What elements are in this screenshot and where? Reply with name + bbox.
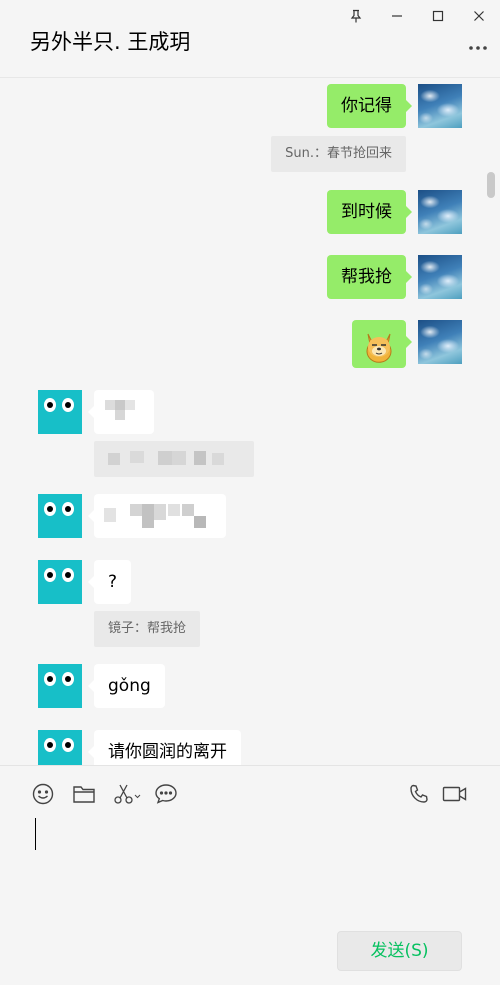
contact-avatar[interactable] — [38, 390, 82, 434]
chat-bubble-icon[interactable] — [153, 781, 179, 807]
doge-emoji-icon — [366, 333, 392, 363]
my-message-bubble[interactable]: 到时候 — [327, 190, 412, 234]
my-message-bubble[interactable]: 你记得 — [327, 84, 412, 128]
minimize-icon[interactable] — [384, 4, 410, 28]
scissors-icon[interactable] — [112, 781, 142, 807]
video-icon[interactable] — [441, 781, 469, 807]
title-bar: 另外半只. 王成玥 — [0, 0, 500, 78]
contact-avatar[interactable] — [38, 730, 82, 765]
quoted-message[interactable]: Sun.：春节抢回来 — [271, 136, 406, 172]
pin-icon[interactable] — [343, 4, 369, 28]
folder-icon[interactable] — [71, 781, 97, 807]
more-dots-icon[interactable] — [466, 40, 490, 56]
contact-message-bubble[interactable]: ? — [87, 560, 132, 604]
contact-avatar[interactable] — [38, 664, 82, 708]
chat-title: 另外半只. 王成玥 — [30, 30, 191, 54]
emoji-icon[interactable] — [30, 781, 56, 807]
message-input[interactable] — [30, 816, 470, 926]
contact-message-bubble[interactable] — [88, 390, 154, 434]
my-avatar[interactable] — [418, 255, 462, 299]
my-message-bubble[interactable]: 帮我抢 — [327, 255, 412, 299]
contact-message-bubble[interactable] — [88, 494, 226, 538]
scrollbar-thumb[interactable] — [487, 172, 495, 198]
quoted-message[interactable]: 镜子：帮我抢 — [94, 611, 201, 647]
maximize-icon[interactable] — [425, 4, 451, 28]
contact-avatar[interactable] — [38, 494, 82, 538]
my-message-bubble[interactable] — [352, 320, 412, 368]
phone-icon[interactable] — [406, 781, 432, 807]
composer-panel: 发送(S) — [0, 765, 500, 985]
my-avatar[interactable] — [418, 190, 462, 234]
quoted-message[interactable] — [94, 441, 254, 477]
my-avatar[interactable] — [418, 84, 462, 128]
contact-message-bubble[interactable]: 请你圆润的离开 — [88, 730, 241, 765]
close-icon[interactable] — [466, 4, 492, 28]
send-button[interactable]: 发送(S) — [337, 931, 462, 971]
message-list[interactable]: 你记得 Sun.：春节抢回来 到时候 帮我抢 ? 镜子：帮我抢 gǒng 请你圆… — [0, 78, 500, 765]
contact-message-bubble[interactable]: gǒng — [88, 664, 165, 708]
my-avatar[interactable] — [418, 320, 462, 364]
contact-avatar[interactable] — [38, 560, 82, 604]
